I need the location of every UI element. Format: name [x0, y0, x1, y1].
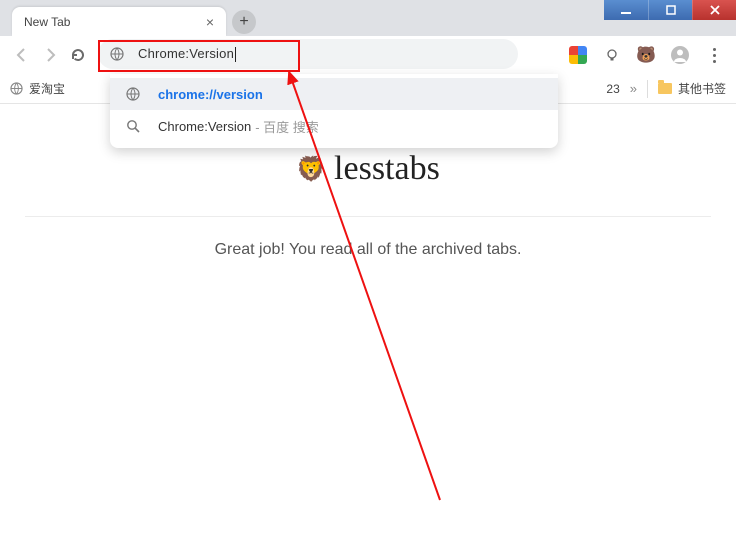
bookmark-truncated-label[interactable]: 23 — [606, 82, 619, 96]
menu-button[interactable] — [700, 41, 728, 69]
window-minimize-button[interactable] — [604, 0, 648, 20]
bulb-extension-icon[interactable] — [598, 41, 626, 69]
window-controls — [604, 0, 736, 20]
globe-icon — [110, 47, 128, 61]
window-maximize-button[interactable] — [648, 0, 692, 20]
reload-button[interactable] — [64, 41, 92, 69]
globe-icon — [10, 82, 23, 95]
bookmark-label: 爱淘宝 — [29, 80, 65, 97]
suggestion-suffix: - 百度 搜索 — [255, 117, 319, 136]
search-icon — [126, 119, 144, 133]
globe-icon — [126, 87, 144, 101]
other-bookmarks-button[interactable]: 其他书签 — [658, 80, 726, 97]
bookmark-item[interactable]: 爱淘宝 — [10, 80, 65, 97]
other-bookmarks-label: 其他书签 — [678, 80, 726, 97]
new-tab-button[interactable]: + — [232, 10, 256, 34]
tab-close-button[interactable]: × — [202, 14, 218, 30]
bear-extension-icon[interactable]: 🐻 — [632, 41, 660, 69]
brand-icon: 🦁 — [296, 155, 326, 184]
page-brand: 🦁 lesstabs — [296, 150, 440, 188]
address-bar[interactable]: Chrome:Version — [98, 39, 518, 71]
toolbar-actions: 🐻 — [564, 41, 728, 69]
suggestion-text: chrome://version — [158, 87, 263, 102]
window-close-button[interactable] — [692, 0, 736, 20]
back-button[interactable] — [8, 41, 36, 69]
page-content: 🦁 lesstabs Great job! You read all of th… — [0, 104, 736, 543]
suggestion-item[interactable]: Chrome:Version - 百度 搜索 — [110, 110, 558, 142]
page-message: Great job! You read all of the archived … — [0, 241, 736, 259]
divider — [647, 80, 648, 98]
folder-icon — [658, 83, 672, 94]
omnibox-suggestions: chrome://version Chrome:Version - 百度 搜索 — [110, 74, 558, 148]
brand-name: lesstabs — [334, 150, 440, 188]
tab-title: New Tab — [24, 15, 70, 29]
bookmarks-overflow-button[interactable]: » — [630, 81, 637, 96]
suggestion-text: Chrome:Version — [158, 119, 251, 134]
forward-button[interactable] — [36, 41, 64, 69]
text-caret — [235, 47, 236, 62]
browser-tab[interactable]: New Tab × — [12, 7, 226, 36]
divider — [25, 216, 711, 217]
suggestion-item[interactable]: chrome://version — [110, 78, 558, 110]
google-services-icon[interactable] — [564, 41, 592, 69]
address-text: Chrome:Version — [138, 46, 236, 62]
profile-button[interactable] — [666, 41, 694, 69]
toolbar: Chrome:Version 🐻 — [0, 36, 736, 74]
